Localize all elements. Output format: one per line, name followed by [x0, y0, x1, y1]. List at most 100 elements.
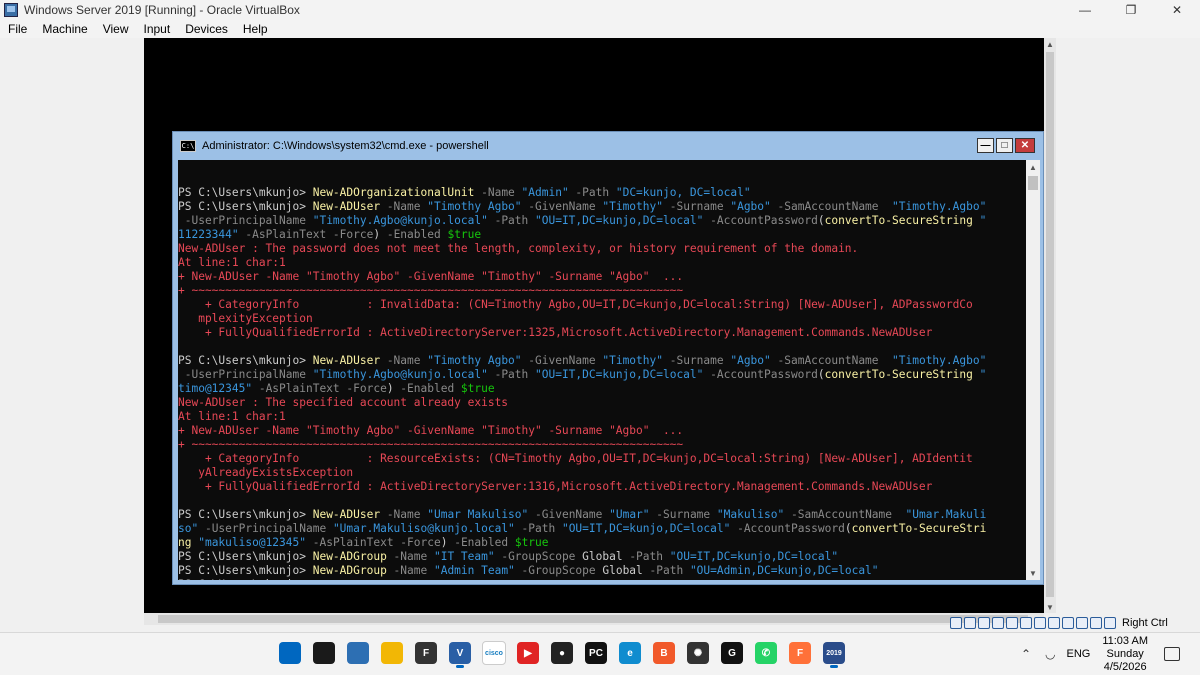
taskbar-button-chatgpt[interactable]: ✺: [684, 638, 712, 668]
menu-devices[interactable]: Devices: [177, 22, 235, 36]
taskbar-button-brave[interactable]: B: [650, 638, 678, 668]
taskbar-button-github[interactable]: G: [718, 638, 746, 668]
cmd-close-button[interactable]: ✕: [1015, 138, 1035, 153]
terminal-line: PS C:\Users\mkunjo> New-ADOrganizational…: [178, 186, 1026, 200]
input-language[interactable]: ENG: [1066, 648, 1090, 660]
recording-icon[interactable]: [1062, 617, 1074, 629]
terminal-segment: -Enabled: [447, 536, 515, 549]
taskbar-button-virtualbox[interactable]: V: [446, 638, 474, 668]
vbox-window-controls: — ❐ ✕: [1062, 0, 1200, 20]
scroll-thumb[interactable]: [1028, 176, 1038, 190]
taskbar-button-task-view[interactable]: [344, 638, 372, 668]
usb-icon[interactable]: [1020, 617, 1032, 629]
terminal-line: + CategoryInfo : InvalidData: (CN=Timoth…: [178, 298, 1026, 312]
terminal-segment: "OU=IT,DC=kunjo,DC=local": [535, 214, 704, 227]
audio-icon[interactable]: [992, 617, 1004, 629]
terminal-line: + ~~~~~~~~~~~~~~~~~~~~~~~~~~~~~~~~~~~~~~…: [178, 438, 1026, 452]
terminal-segment: New-ADUser : The password does not meet …: [178, 242, 859, 255]
chevron-up-icon[interactable]: ⌃: [1021, 647, 1031, 661]
taskbar-button-windows-server-vm[interactable]: 2019: [820, 638, 848, 668]
mouse-integration-icon[interactable]: [1090, 617, 1102, 629]
wifi-icon[interactable]: ◡: [1045, 647, 1055, 661]
hard-disk-icon[interactable]: [950, 617, 962, 629]
terminal-segment: (: [817, 214, 825, 227]
cmd-window[interactable]: C:\ Administrator: C:\Windows\system32\c…: [172, 131, 1044, 585]
terminal-segment: "Umar.Makuli: [905, 508, 987, 521]
cmd-titlebar[interactable]: C:\ Administrator: C:\Windows\system32\c…: [173, 132, 1043, 160]
scroll-down-arrow-icon[interactable]: ▼: [1026, 566, 1040, 580]
network-icon[interactable]: [1006, 617, 1018, 629]
terminal-segment: "OU=IT,DC=kunjo,DC=local": [669, 550, 839, 563]
floppy-icon[interactable]: [978, 617, 990, 629]
file-explorer-icon: [381, 642, 403, 664]
taskbar-button-terminal-app[interactable]: F: [412, 638, 440, 668]
obs-icon: ●: [551, 642, 573, 664]
minimize-button[interactable]: —: [1062, 0, 1108, 20]
guest-vertical-scrollbar[interactable]: ▲ ▼: [1044, 38, 1056, 613]
terminal-segment: -Surname: [662, 354, 731, 367]
cmd-maximize-button[interactable]: □: [996, 138, 1013, 153]
menu-input[interactable]: Input: [136, 22, 178, 36]
taskbar-button-firefox[interactable]: F: [786, 638, 814, 668]
taskbar-button-edge[interactable]: e: [616, 638, 644, 668]
terminal-segment: "Makuliso": [716, 508, 785, 521]
display-icon[interactable]: [1048, 617, 1060, 629]
terminal-segment: "Umar": [609, 508, 650, 521]
cmd-vertical-scrollbar[interactable]: ▲ ▼: [1026, 160, 1040, 580]
scroll-up-arrow-icon[interactable]: ▲: [1026, 160, 1040, 174]
close-button[interactable]: ✕: [1154, 0, 1200, 20]
keyboard-icon[interactable]: [1104, 617, 1116, 629]
taskbar-button-obs[interactable]: ●: [548, 638, 576, 668]
cmd-minimize-button[interactable]: —: [977, 138, 994, 153]
terminal-segment: -GivenName: [521, 354, 603, 367]
terminal-segment: -Path: [622, 550, 670, 563]
terminal-segment: New-ADUser: [312, 354, 381, 367]
taskbar-button-file-explorer[interactable]: [378, 638, 406, 668]
terminal-segment: + New-ADUser -Name "Timothy Agbo" -Given…: [178, 424, 684, 437]
scroll-up-arrow-icon[interactable]: ▲: [1044, 38, 1056, 50]
shared-folders-icon[interactable]: [1034, 617, 1046, 629]
taskbar-button-cisco[interactable]: cisco: [480, 638, 508, 668]
terminal-line: New-ADUser : The password does not meet …: [178, 242, 1026, 256]
taskbar-apps: F Vcisco ▶ ● PC e B ✺ G ✆ F 2019: [276, 638, 848, 668]
terminal-segment: + CategoryInfo : ResourceExists: (CN=Tim…: [178, 452, 973, 465]
maximize-button[interactable]: ❐: [1108, 0, 1154, 20]
taskbar-button-start[interactable]: [276, 638, 304, 668]
terminal-line: + FullyQualifiedErrorId : ActiveDirector…: [178, 480, 1026, 494]
terminal-segment: -AsPlainText -Force: [306, 536, 441, 549]
cpu-icon[interactable]: [1076, 617, 1088, 629]
taskbar-button-search[interactable]: [310, 638, 338, 668]
optical-drive-icon[interactable]: [964, 617, 976, 629]
terminal-segment: so": [178, 522, 199, 535]
start-icon: [279, 642, 301, 664]
terminal-segment: 11223344": [178, 228, 239, 241]
taskbar-button-whatsapp[interactable]: ✆: [752, 638, 780, 668]
menu-file[interactable]: File: [0, 22, 34, 36]
taskbar-button-youtube[interactable]: ▶: [514, 638, 542, 668]
taskbar-button-pc-manager[interactable]: PC: [582, 638, 610, 668]
menu-view[interactable]: View: [95, 22, 136, 36]
terminal-segment: + ~~~~~~~~~~~~~~~~~~~~~~~~~~~~~~~~~~~~~~…: [178, 284, 684, 297]
terminal-segment: -AccountPassword: [730, 522, 845, 535]
scroll-thumb[interactable]: [1046, 52, 1054, 597]
terminal-line: PS C:\Users\mkunjo> New-ADUser -Name "Ti…: [178, 354, 1026, 368]
terminal-line: PS C:\Users\mkunjo> New-ADGroup -Name "I…: [178, 550, 1026, 564]
menu-machine[interactable]: Machine: [34, 22, 94, 36]
terminal-segment: -Name: [474, 186, 522, 199]
menu-help[interactable]: Help: [235, 22, 275, 36]
notification-icon[interactable]: [1164, 647, 1180, 661]
terminal-line: + FullyQualifiedErrorId : ActiveDirector…: [178, 326, 1026, 340]
terminal-segment: "IT Team": [433, 550, 495, 563]
guest-horizontal-scrollbar[interactable]: [144, 613, 1044, 625]
pc-manager-icon: PC: [585, 642, 607, 664]
terminal-segment: PS C:\Users\mkunjo>: [178, 354, 313, 367]
terminal-output[interactable]: PS C:\Users\mkunjo> New-ADOrganizational…: [178, 160, 1026, 580]
scroll-thumb[interactable]: [158, 615, 1028, 623]
terminal-segment: -Path: [514, 522, 562, 535]
vbox-menubar: File Machine View Input Devices Help: [0, 20, 1200, 38]
terminal-segment: PS C:\Users\mkunjo>: [178, 550, 313, 563]
scroll-down-arrow-icon[interactable]: ▼: [1044, 601, 1056, 613]
clock[interactable]: 11:03 AM Sunday 4/5/2026: [1102, 635, 1148, 674]
terminal-segment: New-ADUser: [312, 200, 381, 213]
vbox-titlebar[interactable]: Windows Server 2019 [Running] - Oracle V…: [0, 0, 1200, 20]
